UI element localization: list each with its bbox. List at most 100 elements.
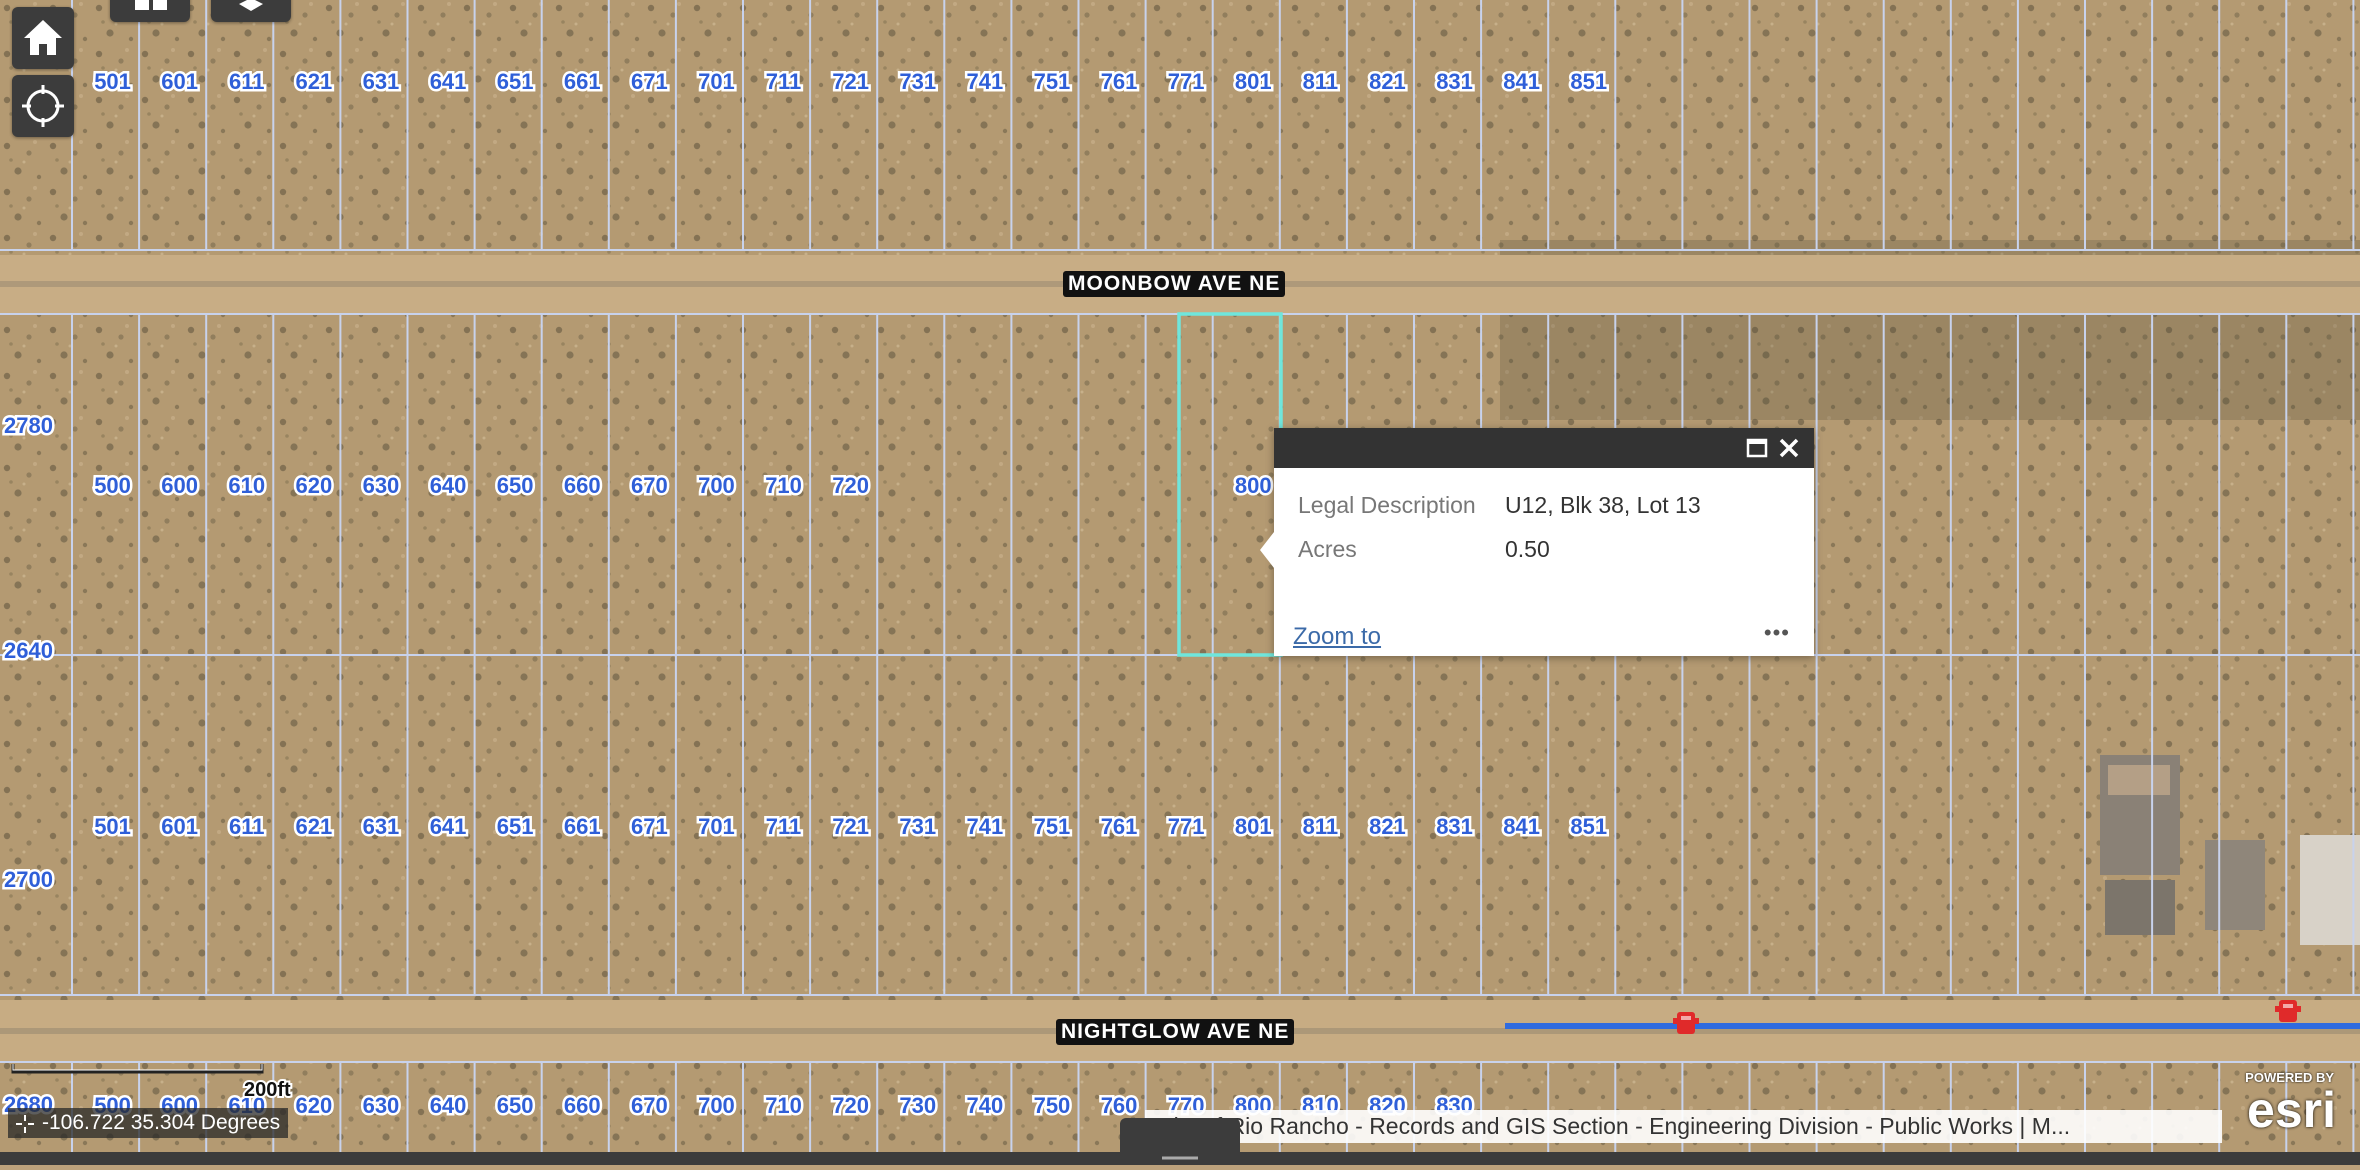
address-number: 2780 xyxy=(4,413,53,438)
lot-number: 731 xyxy=(899,814,936,839)
lot-number: 670 xyxy=(631,1093,668,1118)
lot-number: 801 xyxy=(1235,69,1272,94)
lot-number: 710 xyxy=(765,473,802,498)
lot-number: 751 xyxy=(1034,69,1071,94)
attribute-value: U12, Blk 38, Lot 13 xyxy=(1505,492,1701,518)
lot-number: 741 xyxy=(966,69,1003,94)
lot-number: 701 xyxy=(698,814,735,839)
lot-number: 710 xyxy=(765,1093,802,1118)
lot-number: 721 xyxy=(832,814,869,839)
lot-number: 771 xyxy=(1168,69,1205,94)
lot-number: 620 xyxy=(295,473,332,498)
popup-header xyxy=(1274,428,1814,468)
parcel-map[interactable]: 501 601 611 621 631 641 651 661 671 701 711 721 731 7… xyxy=(0,0,2360,1165)
chevron-up-icon xyxy=(1162,1156,1198,1160)
lot-number: 650 xyxy=(497,473,534,498)
lot-number: 660 xyxy=(564,1093,601,1118)
lot-number: 660 xyxy=(564,473,601,498)
lot-number: 731 xyxy=(899,69,936,94)
lot-number: 740 xyxy=(966,1093,1003,1118)
address-number: 2640 xyxy=(4,638,53,663)
attribute-value: 0.50 xyxy=(1505,536,1550,562)
layers-icon xyxy=(239,0,263,11)
feature-popup: Legal Description U12, Blk 38, Lot 13 Acr… xyxy=(1260,428,1814,656)
lot-number: 600 xyxy=(161,473,198,498)
lot-number: 761 xyxy=(1101,814,1138,839)
lot-number: 670 xyxy=(631,473,668,498)
lot-number: 821 xyxy=(1369,69,1406,94)
lot-number: 760 xyxy=(1101,1093,1138,1118)
zoom-to-link[interactable]: Zoom to xyxy=(1293,623,1381,651)
lot-number: 621 xyxy=(295,814,332,839)
lot-number: 811 xyxy=(1303,814,1339,839)
basemap-gallery-button[interactable] xyxy=(110,0,190,22)
home-button[interactable] xyxy=(12,7,74,69)
lot-number: 741 xyxy=(966,814,1003,839)
more-actions-button[interactable]: ••• xyxy=(1764,620,1790,646)
panel-toggle-button[interactable] xyxy=(1120,1118,1240,1165)
attribute-row-legal: Legal Description U12, Blk 38, Lot 13 xyxy=(1298,492,1701,519)
lot-number: 601 xyxy=(161,69,198,94)
lot-number: 630 xyxy=(363,1093,400,1118)
lot-number: 841 xyxy=(1503,69,1540,94)
lot-number: 771 xyxy=(1168,814,1205,839)
lot-number: 640 xyxy=(430,473,467,498)
lot-number: 811 xyxy=(1303,69,1339,94)
lot-number: 720 xyxy=(832,473,869,498)
street-label-moonbow: MOONBOW AVE NE xyxy=(1063,271,1286,297)
attribution-bar[interactable]: City of Rio Rancho - Records and GIS Sec… xyxy=(1145,1110,2222,1143)
lot-number: 831 xyxy=(1436,814,1473,839)
lot-number: 711 xyxy=(766,814,802,839)
home-icon xyxy=(24,20,62,55)
maximize-icon[interactable] xyxy=(1746,437,1768,459)
lot-number: 610 xyxy=(228,473,265,498)
lot-number: 801 xyxy=(1235,814,1272,839)
lot-number: 650 xyxy=(497,1093,534,1118)
lot-number: 631 xyxy=(363,69,400,94)
close-icon[interactable] xyxy=(1777,436,1801,460)
lot-number: 721 xyxy=(832,69,869,94)
coordinate-display[interactable]: -106.722 35.304 Degrees xyxy=(8,1108,289,1138)
attribution-text: City of Rio Rancho - Records and GIS Sec… xyxy=(1157,1113,2071,1139)
esri-logo[interactable]: POWERED BY esri xyxy=(2220,1070,2340,1140)
layers-button[interactable] xyxy=(211,0,291,22)
lot-number: 621 xyxy=(295,69,332,94)
lot-number: 611 xyxy=(229,814,265,839)
esri-brand-text: esri xyxy=(2247,1082,2336,1138)
lot-number: 720 xyxy=(832,1093,869,1118)
lot-number: 661 xyxy=(564,814,601,839)
lot-number: 821 xyxy=(1369,814,1406,839)
locate-button[interactable] xyxy=(12,75,74,137)
lot-number: 611 xyxy=(229,69,265,94)
lot-number: 831 xyxy=(1436,69,1473,94)
attribute-row-acres: Acres 0.50 xyxy=(1298,536,1550,563)
scale-label: 200ft xyxy=(244,1079,291,1101)
lot-number: 620 xyxy=(295,1093,332,1118)
lot-number: 630 xyxy=(363,473,400,498)
popup-pointer xyxy=(1260,532,1274,568)
lot-number: 701 xyxy=(698,69,735,94)
lot-number: 671 xyxy=(631,814,668,839)
lot-number: 500 xyxy=(94,473,131,498)
lot-number: 501 xyxy=(94,69,131,94)
locate-icon xyxy=(22,85,64,127)
lot-number: 640 xyxy=(430,1093,467,1118)
street-label-nightglow: NIGHTGLOW AVE NE xyxy=(1056,1019,1295,1045)
lot-number: 641 xyxy=(430,814,467,839)
lot-number: 711 xyxy=(766,69,802,94)
attribute-label: Legal Description xyxy=(1298,492,1476,518)
lot-number: 631 xyxy=(363,814,400,839)
lot-number: 671 xyxy=(631,69,668,94)
lot-number: 730 xyxy=(899,1093,936,1118)
lot-number: 851 xyxy=(1570,69,1607,94)
lot-number: 651 xyxy=(497,814,534,839)
lot-number: 651 xyxy=(497,69,534,94)
lot-number: 750 xyxy=(1034,1093,1071,1118)
lot-number: 601 xyxy=(161,814,198,839)
address-number: 2700 xyxy=(4,867,53,892)
lot-number: 501 xyxy=(94,814,131,839)
lot-number: 841 xyxy=(1503,814,1540,839)
lot-number: 851 xyxy=(1570,814,1607,839)
grid-icon xyxy=(135,0,167,10)
lot-number: 700 xyxy=(698,1093,735,1118)
